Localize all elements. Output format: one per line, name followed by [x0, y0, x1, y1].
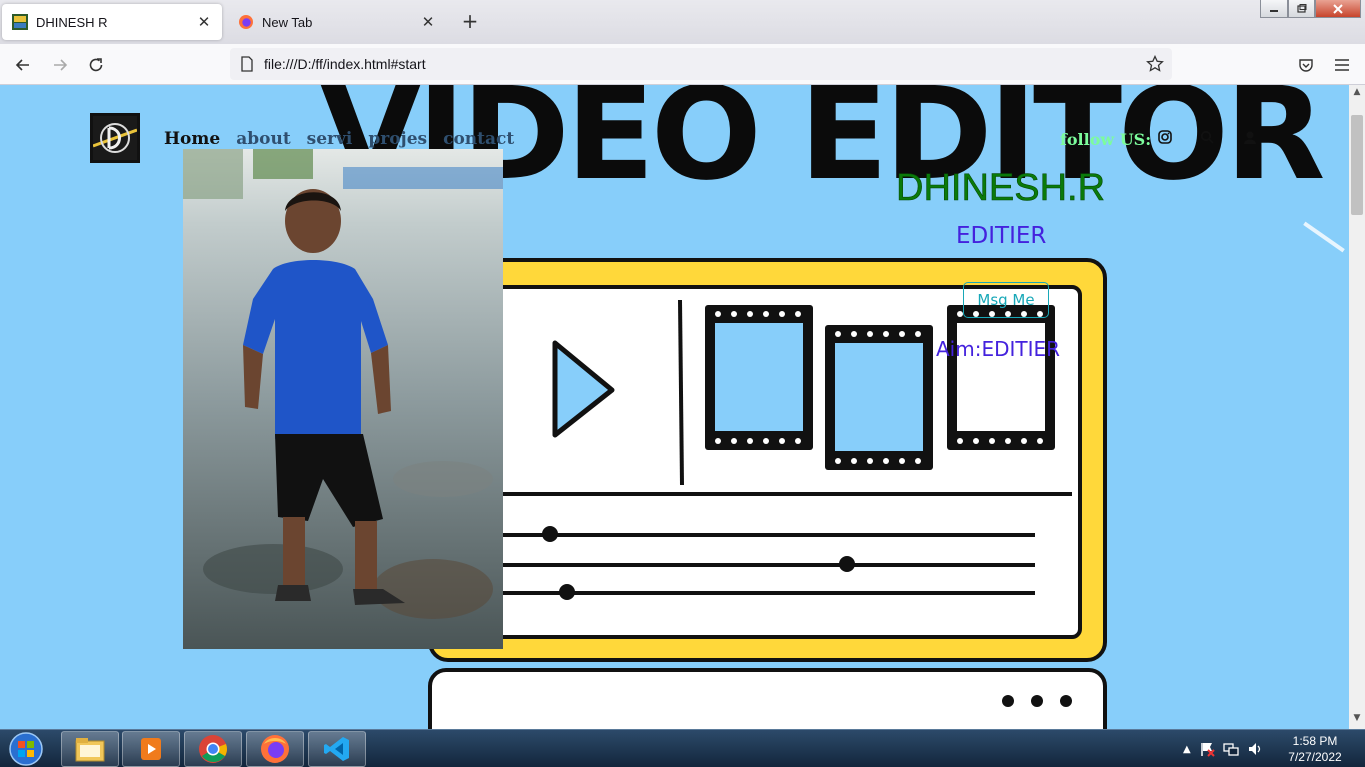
site-favicon-icon — [12, 14, 28, 30]
tab-label: DHINESH R — [36, 14, 108, 30]
clock-time: 1:58 PM — [1292, 734, 1338, 748]
url-text: file:///D:/ff/index.html#start — [264, 56, 426, 72]
user-icon[interactable] — [1243, 130, 1257, 144]
vscode-icon — [324, 737, 349, 761]
search-icon[interactable] — [1200, 130, 1214, 144]
forward-button[interactable] — [47, 52, 73, 78]
nav-link-services[interactable]: servi — [307, 129, 353, 149]
back-button[interactable] — [10, 52, 36, 78]
bookmark-star-icon[interactable] — [1146, 55, 1164, 73]
logo-d-icon — [93, 116, 137, 160]
reload-button[interactable] — [83, 52, 109, 78]
hamburger-menu-icon — [1335, 59, 1349, 71]
tab-close-icon[interactable]: ✕ — [420, 13, 436, 31]
instagram-icon[interactable] — [1158, 130, 1172, 144]
pocket-button[interactable] — [1293, 52, 1319, 78]
msg-me-button[interactable]: Msg Me — [963, 282, 1049, 318]
restore-icon — [1296, 4, 1306, 13]
nav-link-about[interactable]: about — [236, 129, 290, 149]
windows-start-icon[interactable] — [4, 731, 48, 767]
system-tray: ▲ — [1183, 730, 1263, 767]
pocket-icon — [1299, 59, 1313, 72]
maximize-button[interactable] — [1288, 0, 1315, 18]
close-window-button[interactable] — [1315, 0, 1361, 18]
action-center-flag-icon[interactable] — [1199, 741, 1215, 757]
scroll-up-icon[interactable]: ▲ — [1349, 87, 1365, 101]
tab-label: New Tab — [262, 14, 313, 30]
address-bar[interactable]: file:///D:/ff/index.html#start — [230, 48, 1172, 80]
scrollbar-thumb[interactable] — [1351, 115, 1363, 215]
tab-dhinesh-r[interactable]: DHINESH R ✕ — [2, 4, 222, 40]
taskbar-vscode[interactable] — [308, 731, 366, 767]
tab-new-tab[interactable]: New Tab ✕ — [228, 4, 446, 40]
nav-link-home[interactable]: Home — [164, 129, 220, 149]
minimize-icon — [1270, 9, 1278, 12]
nav-link-projects[interactable]: projes — [368, 129, 427, 149]
person-photo-image — [183, 149, 503, 649]
minimize-button[interactable] — [1260, 0, 1288, 18]
app-menu-button[interactable] — [1329, 52, 1355, 78]
volume-icon[interactable] — [1247, 741, 1263, 757]
profile-role: EDITIER — [956, 223, 1047, 249]
scroll-down-icon[interactable]: ▼ — [1349, 713, 1365, 727]
file-explorer-icon — [75, 738, 105, 762]
forward-arrow-icon — [54, 59, 68, 71]
profile-name: DHINESH.R — [896, 167, 1106, 210]
new-tab-button[interactable]: + — [458, 10, 482, 34]
profile-aim: Aim:EDITIER — [936, 337, 1061, 361]
page-scrollbar[interactable]: ▲ ▼ — [1349, 85, 1365, 729]
tab-close-icon[interactable]: ✕ — [196, 13, 212, 31]
profile-photo — [183, 149, 503, 649]
nav-link-contact[interactable]: contact — [443, 129, 514, 149]
site-nav: Home about servi projes contact — [164, 129, 514, 149]
site-logo[interactable] — [90, 113, 140, 163]
firefox-favicon-icon — [239, 15, 253, 29]
clock-date: 7/27/2022 — [1288, 750, 1342, 764]
light-streak-decoration — [1303, 221, 1345, 253]
close-icon — [1333, 3, 1343, 14]
reload-icon — [89, 58, 103, 72]
show-hidden-icons-icon[interactable]: ▲ — [1183, 744, 1191, 755]
taskbar-chrome[interactable] — [184, 731, 242, 767]
browser-toolbar: file:///D:/ff/index.html#start — [0, 44, 1365, 85]
taskbar-firefox[interactable] — [246, 731, 304, 767]
chrome-icon — [199, 735, 227, 763]
browser-titlebar: DHINESH R ✕ New Tab ✕ + — [0, 0, 1365, 44]
back-arrow-icon — [15, 59, 29, 71]
network-icon[interactable] — [1223, 741, 1239, 757]
taskbar-clock[interactable]: 1:58 PM 7/27/2022 — [1280, 733, 1350, 765]
windows-taskbar: ▲ 1:58 PM 7/27/2022 — [0, 729, 1365, 767]
firefox-icon — [261, 735, 289, 763]
media-player-icon — [141, 738, 161, 760]
follow-us-label: follow US: — [1060, 130, 1152, 149]
taskbar-media-player[interactable] — [122, 731, 180, 767]
taskbar-file-explorer[interactable] — [61, 731, 119, 767]
page-icon — [241, 56, 253, 72]
page-viewport: VIDEO EDITOR Home about servi projes con… — [0, 85, 1349, 729]
